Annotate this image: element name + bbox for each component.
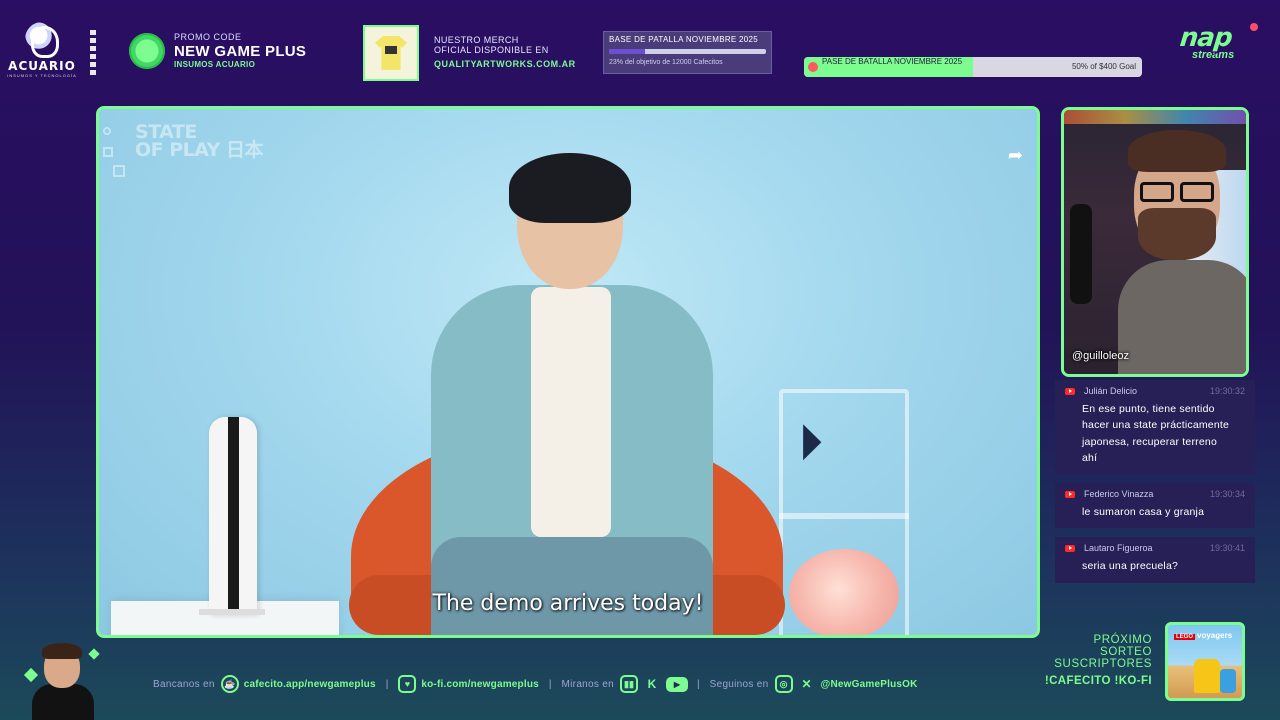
chat-text: le sumaron casa y granja xyxy=(1082,506,1205,519)
chat-message: Federico Vinazza 19:30:34 le sumaron cas… xyxy=(1055,483,1255,529)
sorteo-commands: !CAFECITO !KO-FI xyxy=(1044,675,1152,688)
chat-author: Federico Vinazza xyxy=(1084,489,1154,500)
chat-time: 19:30:41 xyxy=(1209,543,1245,554)
cafecito-link[interactable]: cafecito.app/newgameplus xyxy=(244,679,376,690)
kofi-link[interactable]: ko-fi.com/newgameplus xyxy=(421,679,539,690)
chat-panel[interactable]: Julián Delicio 19:30:32 En ese punto, ti… xyxy=(1055,380,1255,592)
lego-logo: LEGO xyxy=(1174,634,1196,640)
main-video-frame[interactable]: STATE OF PLAY 日本 ➦ ⏵ The demo arrives to… xyxy=(96,106,1040,638)
sorteo-panel: PRÓXIMO SORTEO SUSCRIPTORES !CAFECITO !K… xyxy=(1030,634,1152,687)
avatar-hair xyxy=(42,643,82,659)
chat-time: 19:30:32 xyxy=(1209,386,1245,396)
prize-figure xyxy=(1194,659,1220,693)
sorteo-line3: SUSCRIPTORES xyxy=(1054,658,1152,671)
cafecito-icon: ☕ xyxy=(220,675,239,693)
promo-label: PROMO CODE xyxy=(174,32,242,42)
kick-icon[interactable]: K xyxy=(643,675,661,693)
kofi-goal-widget: PASE DE BATALLA NOVIEMBRE 2025 50% of $4… xyxy=(804,57,1142,77)
promo-code-banner: PROMO CODE NEW GAME PLUS INSUMOS ACUARIO xyxy=(129,33,306,69)
prize-figure xyxy=(1220,669,1236,693)
cartoon-avatar xyxy=(23,640,102,720)
cafecito-goal-status: 23% del objetivo de 12000 Cafecitos xyxy=(609,59,723,66)
chat-text: En ese punto, tiene sentido hacer una st… xyxy=(1082,403,1230,464)
chat-text: seria una precuela? xyxy=(1082,560,1179,573)
streamer-handle: @guilloleoz xyxy=(1072,350,1130,362)
state-of-play-symbol-icon xyxy=(103,127,127,177)
share-icon[interactable]: ➦ xyxy=(1008,145,1023,166)
video-scene: STATE OF PLAY 日本 ➦ ⏵ The demo arrives to… xyxy=(99,109,1037,635)
merch-url: QUALITYARTWORKS.COM.AR xyxy=(434,58,576,69)
avatar-body xyxy=(32,684,94,720)
chat-author: Julián Delicio xyxy=(1084,386,1138,396)
state-of-play-watermark: STATE OF PLAY 日本 xyxy=(135,122,264,162)
promo-code: NEW GAME PLUS xyxy=(174,43,307,60)
acuario-mark-icon xyxy=(25,22,59,58)
cafecito-goal-bar xyxy=(609,49,766,54)
streamer-beard xyxy=(1138,208,1216,260)
youtube-icon xyxy=(1065,387,1075,395)
presenter-shirt xyxy=(531,287,611,537)
sparkle-icon xyxy=(88,648,100,660)
streamer-hair xyxy=(1128,130,1226,172)
shelf-divider xyxy=(779,513,909,519)
kofi-goal-status: 50% of $400 Goal xyxy=(1071,62,1136,71)
video-subtitle: The demo arrives today! xyxy=(432,591,704,616)
header-divider xyxy=(90,30,96,78)
instagram-icon[interactable]: ◎ xyxy=(774,675,793,693)
sorteo-line1: PRÓXIMO xyxy=(1093,634,1152,646)
merch-banner: NUESTRO MERCH OFICIAL DISPONIBLE EN QUAL… xyxy=(434,35,576,70)
rgb-lights xyxy=(1064,110,1246,124)
merch-thumbnail xyxy=(363,25,419,81)
kofi-icon xyxy=(808,62,818,72)
prize-image: LEGO voyagers xyxy=(1165,622,1245,701)
microphone-icon xyxy=(1070,204,1092,304)
chat-message: Julián Delicio 19:30:32 En ese punto, ti… xyxy=(1055,380,1255,475)
tshirt-icon xyxy=(375,36,407,70)
nap-logo-text: nap xyxy=(1178,23,1234,53)
webcam-frame: @guilloleoz xyxy=(1061,107,1249,377)
webcam-scene: @guilloleoz xyxy=(1064,110,1246,374)
twitch-icon[interactable]: ▮▮ xyxy=(620,675,638,693)
merch-line2: OFICIAL DISPONIBLE EN xyxy=(434,44,549,55)
cafecito-goal-title: BASE DE PATALLA NOVIEMBRE 2025 xyxy=(609,35,759,44)
bancanos-label: Bancanos en xyxy=(153,678,215,690)
social-handle[interactable]: @NewGamePlusOK xyxy=(821,679,918,690)
footer-separator: | xyxy=(548,678,552,690)
seguinos-label: Seguinos en xyxy=(709,678,769,690)
acuario-tagline: INSUMOS Y TECNOLOGÍA xyxy=(7,73,77,78)
glasses-icon xyxy=(1138,182,1218,204)
coin-icon xyxy=(129,33,165,69)
x-twitter-icon[interactable]: ✕ xyxy=(798,675,816,693)
acuario-logo: ACUARIO INSUMOS Y TECNOLOGÍA xyxy=(6,22,78,82)
chat-message: Lautaro Figueroa 19:30:41 seria una prec… xyxy=(1055,537,1255,583)
cafecito-goal-fill xyxy=(609,49,646,54)
youtube-icon xyxy=(1065,490,1075,498)
chat-time: 19:30:34 xyxy=(1209,489,1245,500)
prize-title: voyagers xyxy=(1197,631,1233,640)
acuario-name: ACUARIO xyxy=(8,59,76,73)
nap-streams-logo: nap streams xyxy=(1178,23,1260,75)
streamer-body xyxy=(1118,260,1246,374)
watermark-line2: OF PLAY 日本 xyxy=(135,139,264,162)
cafecito-goal-widget: BASE DE PATALLA NOVIEMBRE 2025 23% del o… xyxy=(603,31,772,74)
presenter-legs xyxy=(431,537,713,635)
youtube-icon xyxy=(1065,544,1075,552)
youtube-icon[interactable]: ▶ xyxy=(666,676,688,692)
footer-separator: | xyxy=(697,678,700,690)
prize-brand: LEGO voyagers xyxy=(1174,631,1232,640)
promo-sponsor: INSUMOS ACUARIO xyxy=(174,60,256,69)
chat-author: Lautaro Figueroa xyxy=(1084,543,1153,554)
sorteo-line2: SORTEO xyxy=(1100,646,1152,659)
ps5-console xyxy=(209,417,257,615)
kofi-cup-icon: ♥ xyxy=(398,675,417,693)
footer-links: Bancanos en ☕ cafecito.app/newgameplus |… xyxy=(153,673,924,695)
miranos-label: Miranos en xyxy=(561,678,614,690)
kofi-goal-title: PASE DE BATALLA NOVIEMBRE 2025 xyxy=(822,57,963,66)
sparkle-icon xyxy=(23,667,39,683)
playstation-logo-icon: ⏵ xyxy=(799,415,822,469)
footer-separator: | xyxy=(385,678,389,690)
presenter-hair xyxy=(509,153,631,223)
